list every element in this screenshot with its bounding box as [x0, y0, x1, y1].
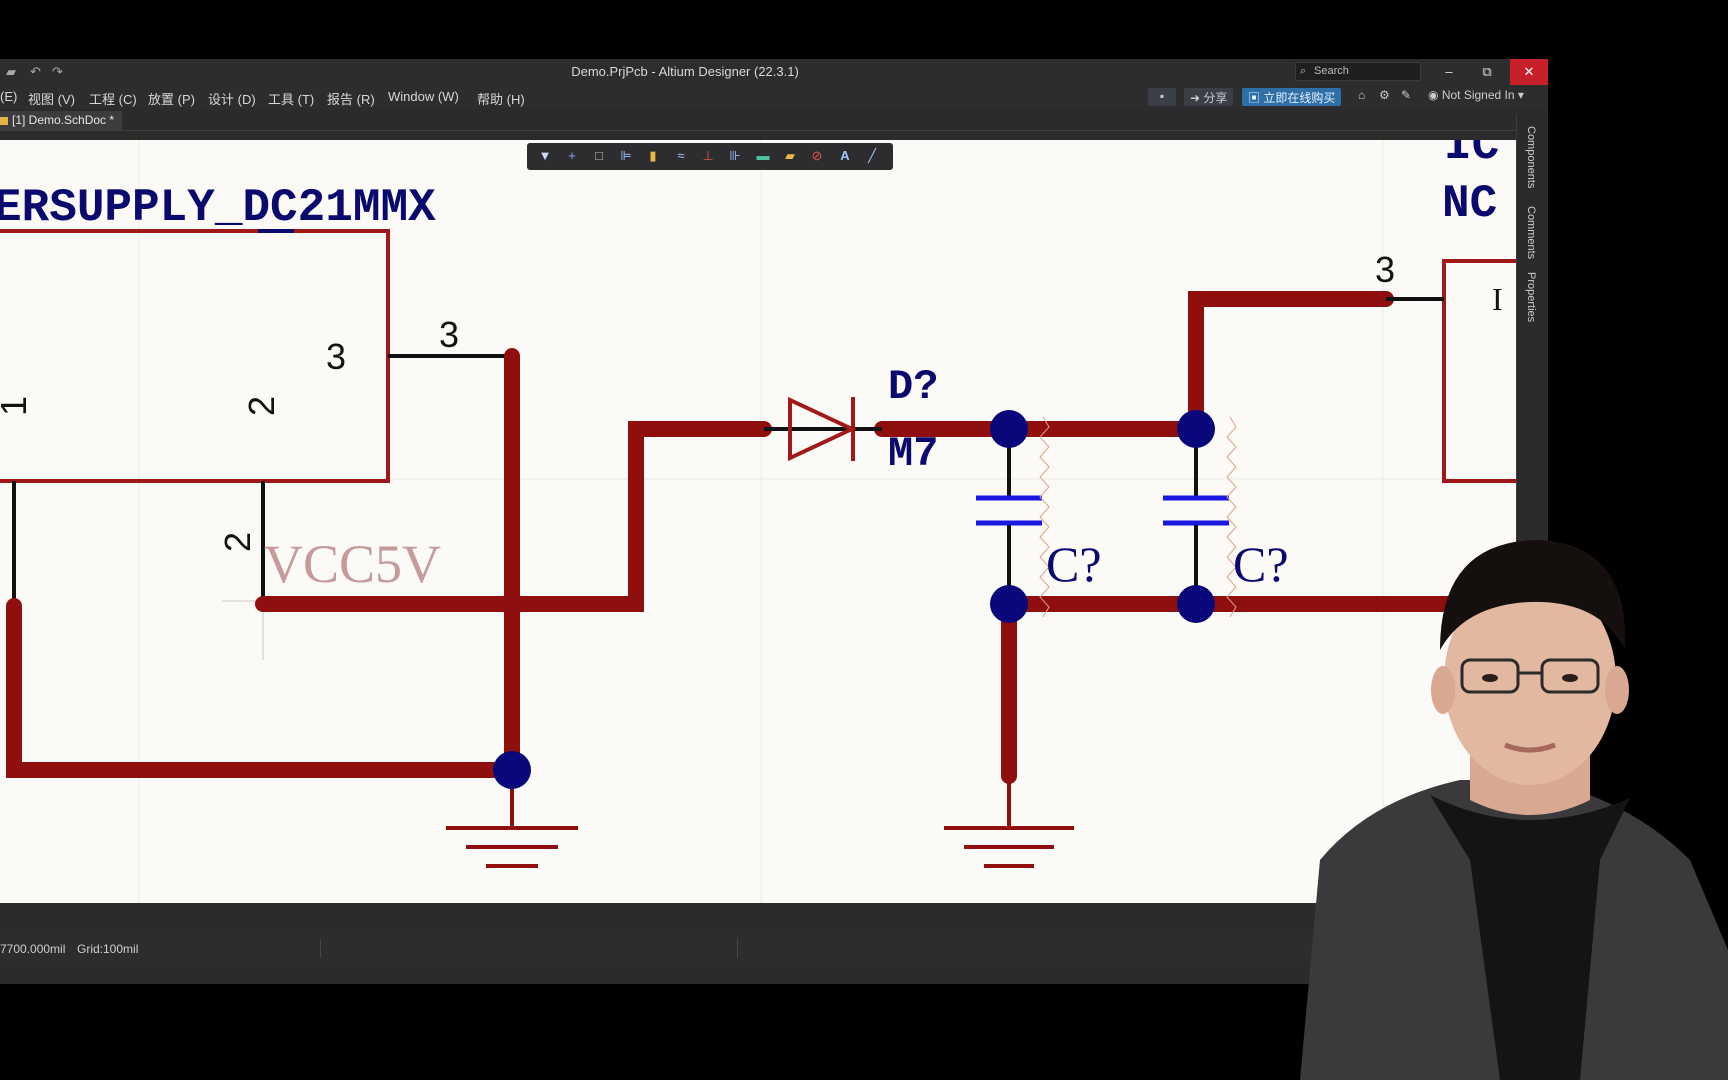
select-rect-icon[interactable]: □	[590, 148, 608, 164]
tab-label: [1] Demo.SchDoc *	[12, 113, 115, 127]
account-label: Not Signed In	[1441, 88, 1515, 102]
buy-online-label: 立即在线购买	[1263, 91, 1336, 105]
menu-place[interactable]: 放置 (P)	[148, 89, 195, 108]
pin-3-outer-label: 3	[439, 314, 459, 355]
search-input[interactable]: ⌕ Search	[1295, 62, 1421, 81]
active-bar-toolbar: ▼ + □ ⊫ ▮ ≈ ⊥ ⊪ ▬ ▰ ⊘ A ╱	[527, 143, 893, 170]
menu-edit[interactable]: (E)	[0, 89, 17, 104]
share-label: 分享	[1203, 91, 1228, 105]
grid-size: Grid:100mil	[77, 942, 139, 956]
search-icon: ⌕	[1300, 65, 1307, 77]
document-tab-bar: [1] Demo.SchDoc *	[0, 109, 1548, 131]
menu-window[interactable]: Window (W)	[388, 89, 459, 104]
add-icon[interactable]: +	[563, 148, 581, 164]
presenter-webcam-overlay	[1280, 530, 1728, 1080]
pin-3-inner-label: 3	[326, 336, 346, 377]
diode-designator: D?	[888, 363, 938, 411]
text-icon[interactable]: A	[836, 148, 854, 164]
buy-online-button[interactable]: ▣ 立即在线购买	[1242, 88, 1342, 106]
notifications-icon[interactable]: ✎	[1401, 88, 1411, 106]
search-placeholder: Search	[1314, 65, 1349, 77]
schematic-doc-icon	[0, 117, 8, 125]
panel-tab-properties[interactable]: Properties	[1525, 272, 1537, 322]
menu-tools[interactable]: 工具 (T)	[268, 89, 314, 108]
menu-project[interactable]: 工程 (C)	[89, 89, 137, 108]
status-divider	[737, 939, 738, 958]
title-bar: ▰ ↶ ↷ Demo.PrjPcb - Altium Designer (22.…	[0, 59, 1548, 85]
home-icon[interactable]: ⌂	[1358, 88, 1365, 106]
share-button[interactable]: ➜ 分享	[1184, 88, 1234, 106]
right-ic-pin-3-label: 3	[1375, 249, 1395, 290]
menu-view[interactable]: 视图 (V)	[28, 89, 75, 108]
menu-bar: (E) 视图 (V) 工程 (C) 放置 (P) 设计 (D) 工具 (T) 报…	[0, 85, 1548, 109]
diode-value: M7	[888, 430, 938, 478]
port-icon[interactable]: ▰	[781, 148, 799, 164]
bus-icon[interactable]: ⊪	[726, 148, 744, 164]
wire-icon[interactable]: ≈	[672, 148, 690, 164]
cap1-designator: C?	[1046, 536, 1102, 592]
cursor-coordinates: 7700.000mil	[0, 942, 66, 956]
no-erc-icon[interactable]: ⊘	[808, 148, 826, 164]
filter-icon[interactable]: ▼	[536, 148, 554, 164]
panel-tab-components[interactable]: Components	[1525, 126, 1537, 188]
net-label-vcc5v[interactable]: VCC5V	[264, 534, 441, 594]
right-ic-title-1: IC	[1444, 140, 1499, 172]
close-button[interactable]: ✕	[1510, 59, 1548, 85]
minimize-button[interactable]: –	[1430, 59, 1468, 85]
right-ic-body[interactable]	[1442, 259, 1516, 483]
pin-2-inner-label: 2	[241, 396, 282, 416]
chat-icon[interactable]: ▪	[1148, 88, 1176, 106]
gear-icon[interactable]: ⚙	[1379, 88, 1390, 106]
pin-2-outer-label: 2	[217, 532, 258, 552]
align-icon[interactable]: ⊫	[617, 148, 635, 164]
pin-1-inner-label: 1	[0, 396, 34, 416]
part-icon[interactable]: ▮	[644, 148, 662, 164]
tab-demo-schdoc[interactable]: [1] Demo.SchDoc *	[0, 111, 123, 131]
diode-d1[interactable]	[764, 396, 882, 462]
component-title: ERSUPPLY_DC21MMX	[0, 182, 436, 234]
right-ic-title-2: NC	[1442, 178, 1497, 230]
menu-help[interactable]: 帮助 (H)	[477, 89, 525, 108]
account-menu[interactable]: ◉ Not Signed In ▾	[1428, 88, 1524, 106]
sheet-icon[interactable]: ▬	[754, 148, 772, 164]
line-icon[interactable]: ╱	[863, 148, 881, 164]
menu-reports[interactable]: 报告 (R)	[327, 89, 375, 108]
panel-tab-comments[interactable]: Comments	[1525, 206, 1537, 259]
text-cursor: I	[1492, 281, 1503, 317]
ground-symbol-right[interactable]	[944, 776, 1074, 868]
menu-design[interactable]: 设计 (D)	[208, 89, 256, 108]
power-port-icon[interactable]: ⊥	[699, 148, 717, 164]
restore-button[interactable]: ⧉	[1468, 59, 1506, 85]
status-divider	[320, 939, 321, 958]
window-title: Demo.PrjPcb - Altium Designer (22.3.1)	[571, 64, 799, 79]
